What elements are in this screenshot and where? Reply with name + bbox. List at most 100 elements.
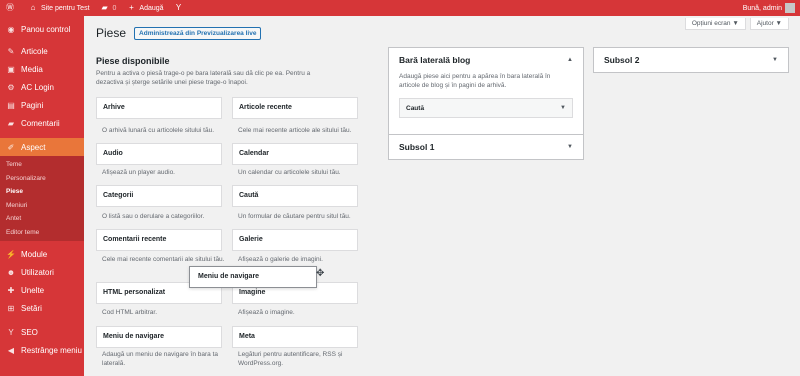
widget-description: Cele mai recente comentarii ale sitului … [102, 256, 225, 263]
widget-description: Legături pentru autentificare, RSS și Wo… [238, 351, 343, 367]
area-title: Bară laterală blog [399, 55, 471, 65]
menu-module[interactable]: ⚡ Module [0, 245, 84, 263]
menu-label: Panou control [21, 24, 71, 34]
media-icon: ▣ [7, 64, 15, 74]
greeting: Bună, admin [742, 4, 782, 12]
widget-description: O arhivă lunară cu articolele sitului tă… [102, 127, 215, 134]
area-title: Subsol 1 [399, 142, 435, 152]
new-content-link[interactable]: + Adaugă [121, 0, 168, 16]
menu-unelte[interactable]: ✚ Unelte [0, 281, 84, 299]
new-label: Adaugă [139, 4, 164, 12]
collapse-arrow-icon[interactable]: ▲ [567, 57, 573, 63]
widget-description: Afișează o imagine. [238, 309, 295, 316]
home-icon: ⌂ [30, 3, 36, 12]
widget-calendar[interactable]: Calendar [232, 143, 358, 165]
widget-meta[interactable]: Meta [232, 326, 358, 348]
submenu-meniuri[interactable]: Meniuri [0, 199, 84, 213]
page-title: Piese [96, 26, 127, 40]
available-widgets-description: Pentru a activa o piesă trage-o pe bara … [96, 70, 311, 86]
widget-description: Adaugă un meniu de navigare în bara ta l… [102, 351, 219, 367]
wordpress-logo-button[interactable]: Ⓦ [0, 0, 23, 16]
menu-label: Unelte [21, 285, 45, 295]
widget-description: Afișează un player audio. [102, 169, 175, 176]
seo-icon: Y [8, 327, 14, 337]
widget-articole-recente[interactable]: Articole recente [232, 97, 358, 119]
menu-label: Utilizatori [21, 267, 54, 277]
dashboard-icon: ◉ [7, 24, 15, 34]
submenu-antet[interactable]: Antet [0, 212, 84, 226]
widget-categorii[interactable]: Categorii [96, 185, 222, 207]
widget-description: Afișează o galerie de imagini. [238, 256, 323, 263]
menu-label: Restrânge meniu [21, 345, 82, 355]
menu-media[interactable]: ▣ Media [0, 60, 84, 78]
menu-label: Module [21, 249, 48, 259]
comments-link[interactable]: ▰ 0 [95, 0, 122, 16]
widget-galerie[interactable]: Galerie [232, 229, 358, 251]
settings-icon: ⊞ [7, 303, 15, 313]
menu-articole[interactable]: ✎ Articole [0, 42, 84, 60]
lock-icon: ⚙ [7, 82, 15, 92]
collapse-icon: ◀ [7, 345, 15, 355]
menu-panou-control[interactable]: ◉ Panou control [0, 20, 84, 38]
comment-bubble-icon: ▰ [101, 3, 108, 12]
expand-arrow-icon[interactable]: ▼ [560, 105, 566, 111]
widget-area-footer-1: Subsol 1 ▼ [388, 134, 584, 160]
available-widgets-title: Piese disponibile [96, 56, 170, 66]
menu-ac-login[interactable]: ⚙ AC Login [0, 78, 84, 96]
area-widget-label: Caută [406, 104, 425, 112]
menu-comentarii[interactable]: ▰ Comentarii [0, 114, 84, 132]
menu-label: SEO [21, 327, 38, 337]
move-cursor-icon: ✥ [316, 268, 325, 279]
widget-description: O listă sau o derulare a categoriilor. [102, 213, 205, 220]
menu-pagini[interactable]: ▤ Pagini [0, 96, 84, 114]
user-icon: ☻ [6, 267, 16, 277]
menu-setari[interactable]: ⊞ Setări [0, 299, 84, 317]
widget-cauta[interactable]: Caută [232, 185, 358, 207]
area-header[interactable]: Subsol 1 ▼ [389, 135, 583, 159]
menu-label: Articole [21, 46, 48, 56]
widget-description: Cele mai recente articole ale sitului tă… [238, 127, 352, 134]
widget-description: Un formular de căutare pentru situl tău. [238, 213, 351, 220]
admin-sidebar: ◉ Panou control ✎ Articole ▣ Media ⚙ AC Logi… [0, 16, 84, 376]
main-content: Opțiuni ecran ▼ Ajutor ▼ Piese Administr… [84, 16, 800, 376]
menu-aspect[interactable]: ✐ Aspect [0, 138, 84, 156]
submenu-personalizare[interactable]: Personalizare [0, 172, 84, 186]
menu-label: Comentarii [21, 118, 60, 128]
comment-icon: ▰ [7, 118, 15, 128]
submenu-editor-teme[interactable]: Editor teme [0, 226, 84, 240]
menu-restrange[interactable]: ◀ Restrânge meniu [0, 341, 84, 359]
menu-utilizatori[interactable]: ☻ Utilizatori [0, 263, 84, 281]
site-name: Site pentru Test [41, 4, 90, 12]
site-name-link[interactable]: ⌂ Site pentru Test [23, 0, 95, 16]
brush-icon: ✐ [7, 142, 15, 152]
wordpress-icon: Ⓦ [6, 3, 14, 12]
plus-icon: + [129, 3, 134, 12]
menu-seo[interactable]: Y SEO [0, 323, 84, 341]
admin-bar: Ⓦ ⌂ Site pentru Test ▰ 0 + Adaugă Y Bună, a… [0, 0, 800, 16]
widget-description: Un calendar cu articolele sitului tău. [238, 169, 341, 176]
widget-meniu-de-navigare[interactable]: Meniu de navigare [96, 326, 222, 348]
area-widget-cauta[interactable]: Caută ▼ [399, 98, 573, 118]
yoast-seo-button[interactable]: Y [169, 0, 192, 16]
plugin-icon: ⚡ [6, 249, 16, 259]
submenu-teme[interactable]: Teme [0, 158, 84, 172]
area-header[interactable]: Subsol 2 ▼ [594, 48, 788, 72]
menu-label: Media [21, 64, 43, 74]
aspect-submenu: Teme Personalizare Piese Meniuri Antet E… [0, 156, 84, 241]
dragging-widget[interactable]: Meniu de navigare [189, 266, 317, 288]
manage-live-preview-button[interactable]: Administrează din Previzualizarea live [134, 26, 262, 40]
widget-description: Cod HTML arbitrar. [102, 309, 158, 316]
area-header[interactable]: Bară laterală blog ▲ [389, 48, 583, 72]
expand-arrow-icon[interactable]: ▼ [772, 57, 778, 63]
screen-options-button[interactable]: Opțiuni ecran ▼ [684, 18, 746, 30]
page-icon: ▤ [7, 100, 15, 110]
help-button[interactable]: Ajutor ▼ [749, 18, 789, 30]
submenu-piese[interactable]: Piese [0, 185, 84, 199]
area-description: Adaugă piese aici pentru a apărea în bar… [399, 73, 551, 89]
expand-arrow-icon[interactable]: ▼ [567, 144, 573, 150]
my-account-link[interactable]: Bună, admin [738, 0, 800, 16]
comments-count: 0 [112, 4, 117, 12]
widget-arhive[interactable]: Arhive [96, 97, 222, 119]
widget-comentarii-recente[interactable]: Comentarii recente [96, 229, 222, 251]
widget-audio[interactable]: Audio [96, 143, 222, 165]
